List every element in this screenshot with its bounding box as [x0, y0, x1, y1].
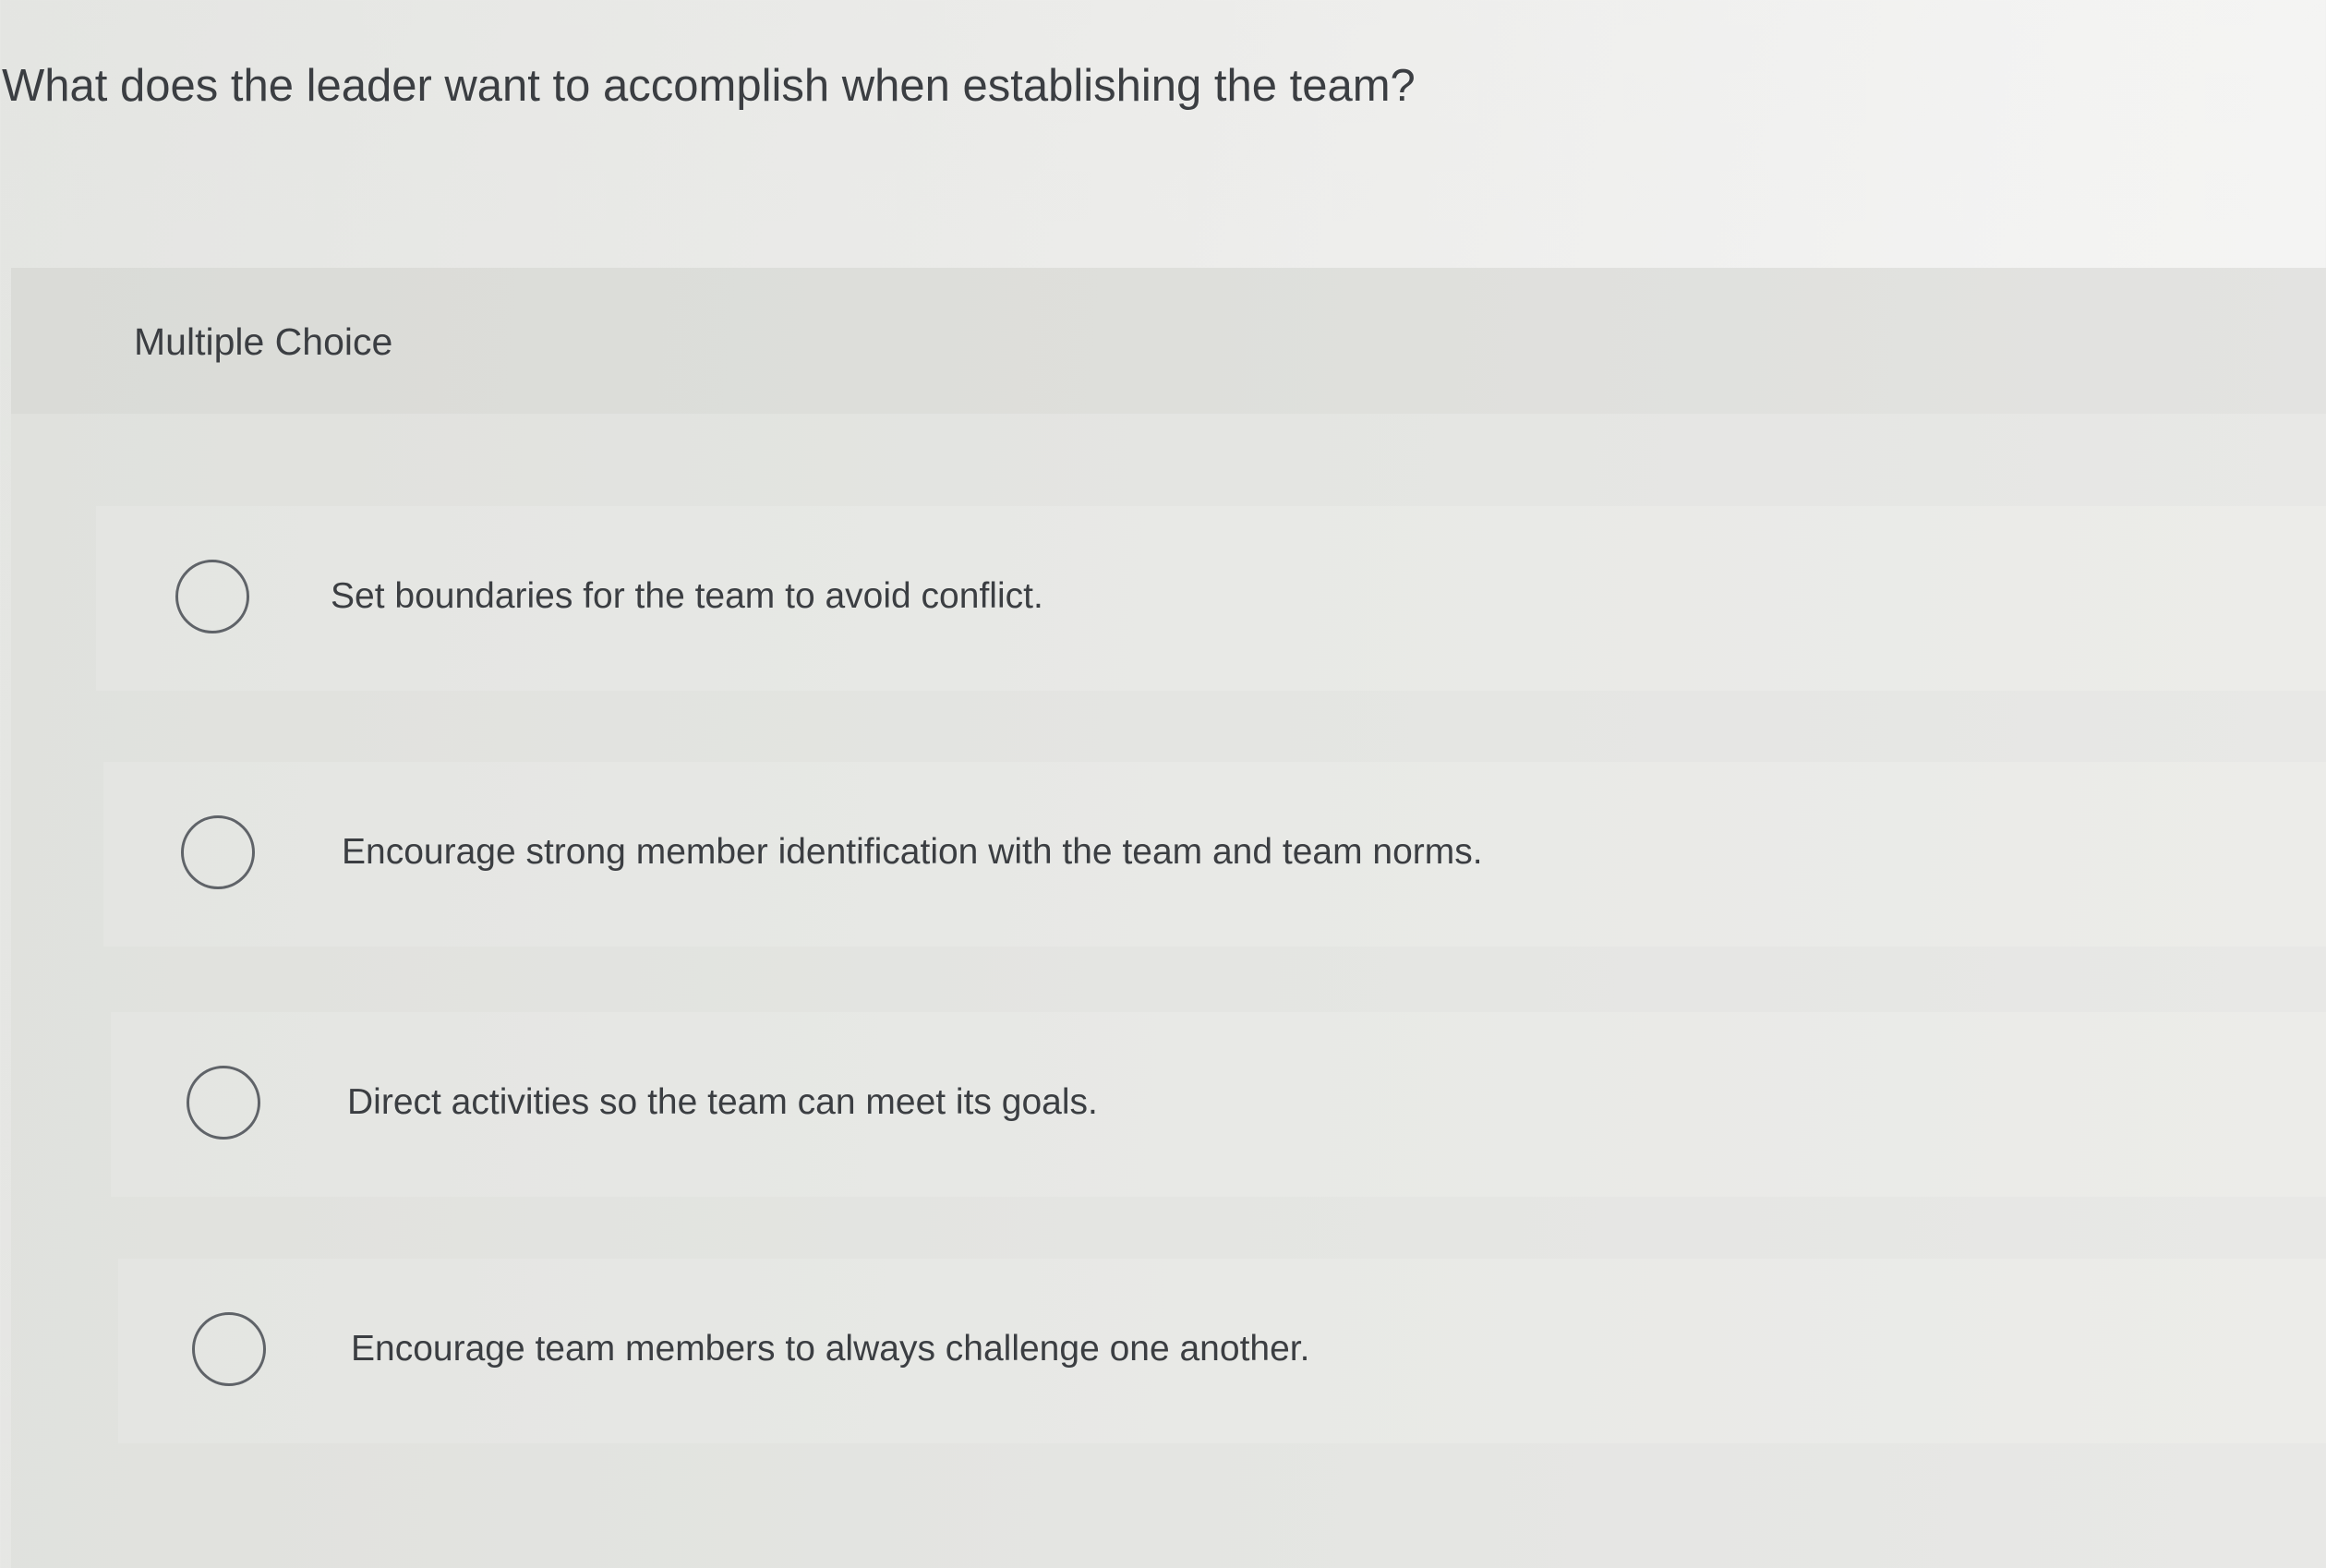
answer-option-2[interactable]: Encourage strong member identification w…: [103, 762, 2326, 947]
answer-option-4[interactable]: Encourage team members to always challen…: [118, 1259, 2326, 1443]
radio-button-4[interactable]: [192, 1312, 266, 1386]
radio-button-2[interactable]: [181, 815, 255, 889]
answer-panel: Multiple Choice Set boundaries for the t…: [11, 268, 2326, 1568]
answer-option-label: Direct activities so the team can meet i…: [347, 1082, 1098, 1122]
answer-option-label: Encourage team members to always challen…: [351, 1329, 1310, 1369]
answer-option-1[interactable]: Set boundaries for the team to avoid con…: [96, 506, 2326, 691]
answer-option-3[interactable]: Direct activities so the team can meet i…: [111, 1012, 2326, 1197]
radio-button-3[interactable]: [187, 1066, 260, 1140]
radio-button-1[interactable]: [175, 560, 249, 633]
question-text: What does the leader want to accomplish …: [2, 61, 1416, 111]
answer-option-label: Encourage strong member identification w…: [342, 832, 1483, 872]
panel-header: Multiple Choice: [11, 268, 2326, 414]
answer-option-label: Set boundaries for the team to avoid con…: [331, 576, 1043, 616]
question-type-label: Multiple Choice: [134, 320, 393, 363]
